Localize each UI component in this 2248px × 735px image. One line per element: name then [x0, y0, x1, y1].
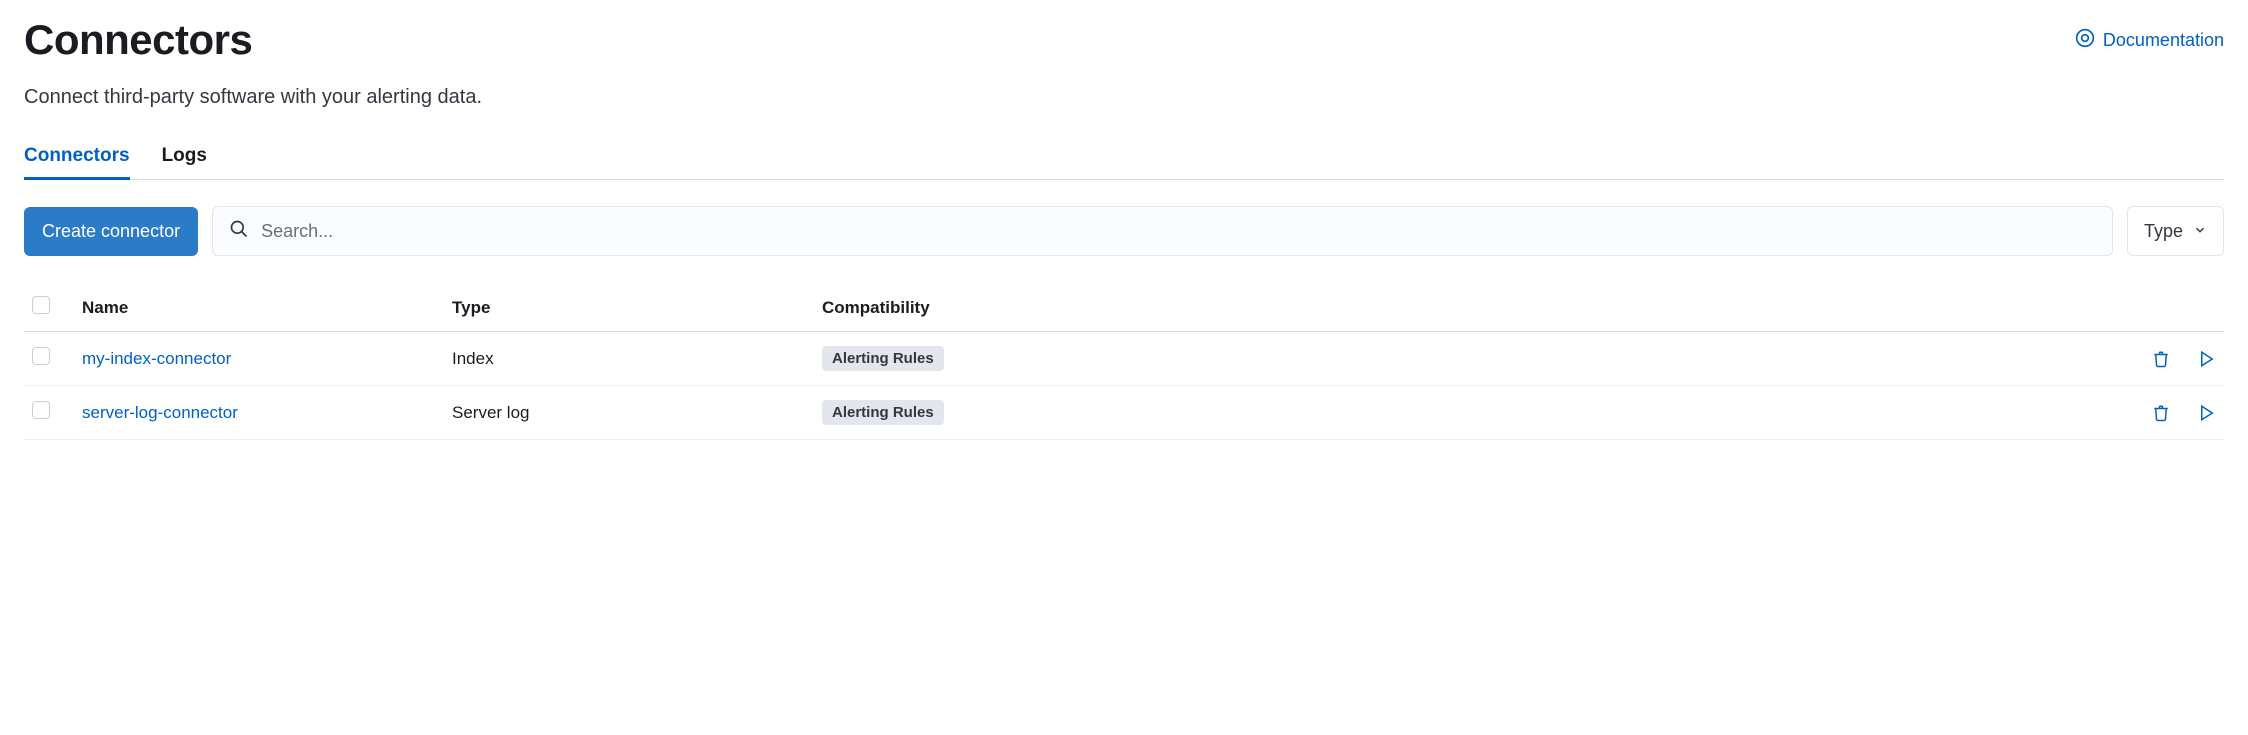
- run-icon[interactable]: [2198, 404, 2216, 422]
- documentation-link[interactable]: Documentation: [2075, 28, 2224, 53]
- delete-icon[interactable]: [2152, 350, 2170, 368]
- connector-type: Server log: [444, 386, 814, 440]
- connectors-table: Name Type Compatibility my-index-connect…: [24, 284, 2224, 440]
- select-all-checkbox[interactable]: [32, 296, 50, 314]
- tab-logs[interactable]: Logs: [162, 145, 207, 179]
- search-field[interactable]: [212, 206, 2113, 256]
- create-connector-button[interactable]: Create connector: [24, 207, 198, 256]
- table-row: server-log-connector Server log Alerting…: [24, 386, 2224, 440]
- column-header-compatibility[interactable]: Compatibility: [814, 284, 2104, 332]
- search-input[interactable]: [261, 221, 2096, 242]
- chevron-down-icon: [2193, 221, 2207, 242]
- run-icon[interactable]: [2198, 350, 2216, 368]
- table-row: my-index-connector Index Alerting Rules: [24, 332, 2224, 386]
- delete-icon[interactable]: [2152, 404, 2170, 422]
- connector-name-link[interactable]: server-log-connector: [82, 403, 238, 422]
- compatibility-badge: Alerting Rules: [822, 400, 944, 425]
- tabs: Connectors Logs: [24, 145, 2224, 180]
- compatibility-badge: Alerting Rules: [822, 346, 944, 371]
- column-header-type[interactable]: Type: [444, 284, 814, 332]
- page-subtitle: Connect third-party software with your a…: [24, 86, 2224, 109]
- row-checkbox[interactable]: [32, 401, 50, 419]
- help-icon: [2075, 28, 2095, 53]
- type-filter-button[interactable]: Type: [2127, 206, 2224, 256]
- connector-type: Index: [444, 332, 814, 386]
- row-checkbox[interactable]: [32, 347, 50, 365]
- column-header-name[interactable]: Name: [74, 284, 444, 332]
- connector-name-link[interactable]: my-index-connector: [82, 349, 231, 368]
- type-filter-label: Type: [2144, 221, 2183, 242]
- documentation-label: Documentation: [2103, 30, 2224, 51]
- tab-connectors[interactable]: Connectors: [24, 145, 130, 179]
- page-title: Connectors: [24, 16, 252, 64]
- search-icon: [229, 219, 249, 244]
